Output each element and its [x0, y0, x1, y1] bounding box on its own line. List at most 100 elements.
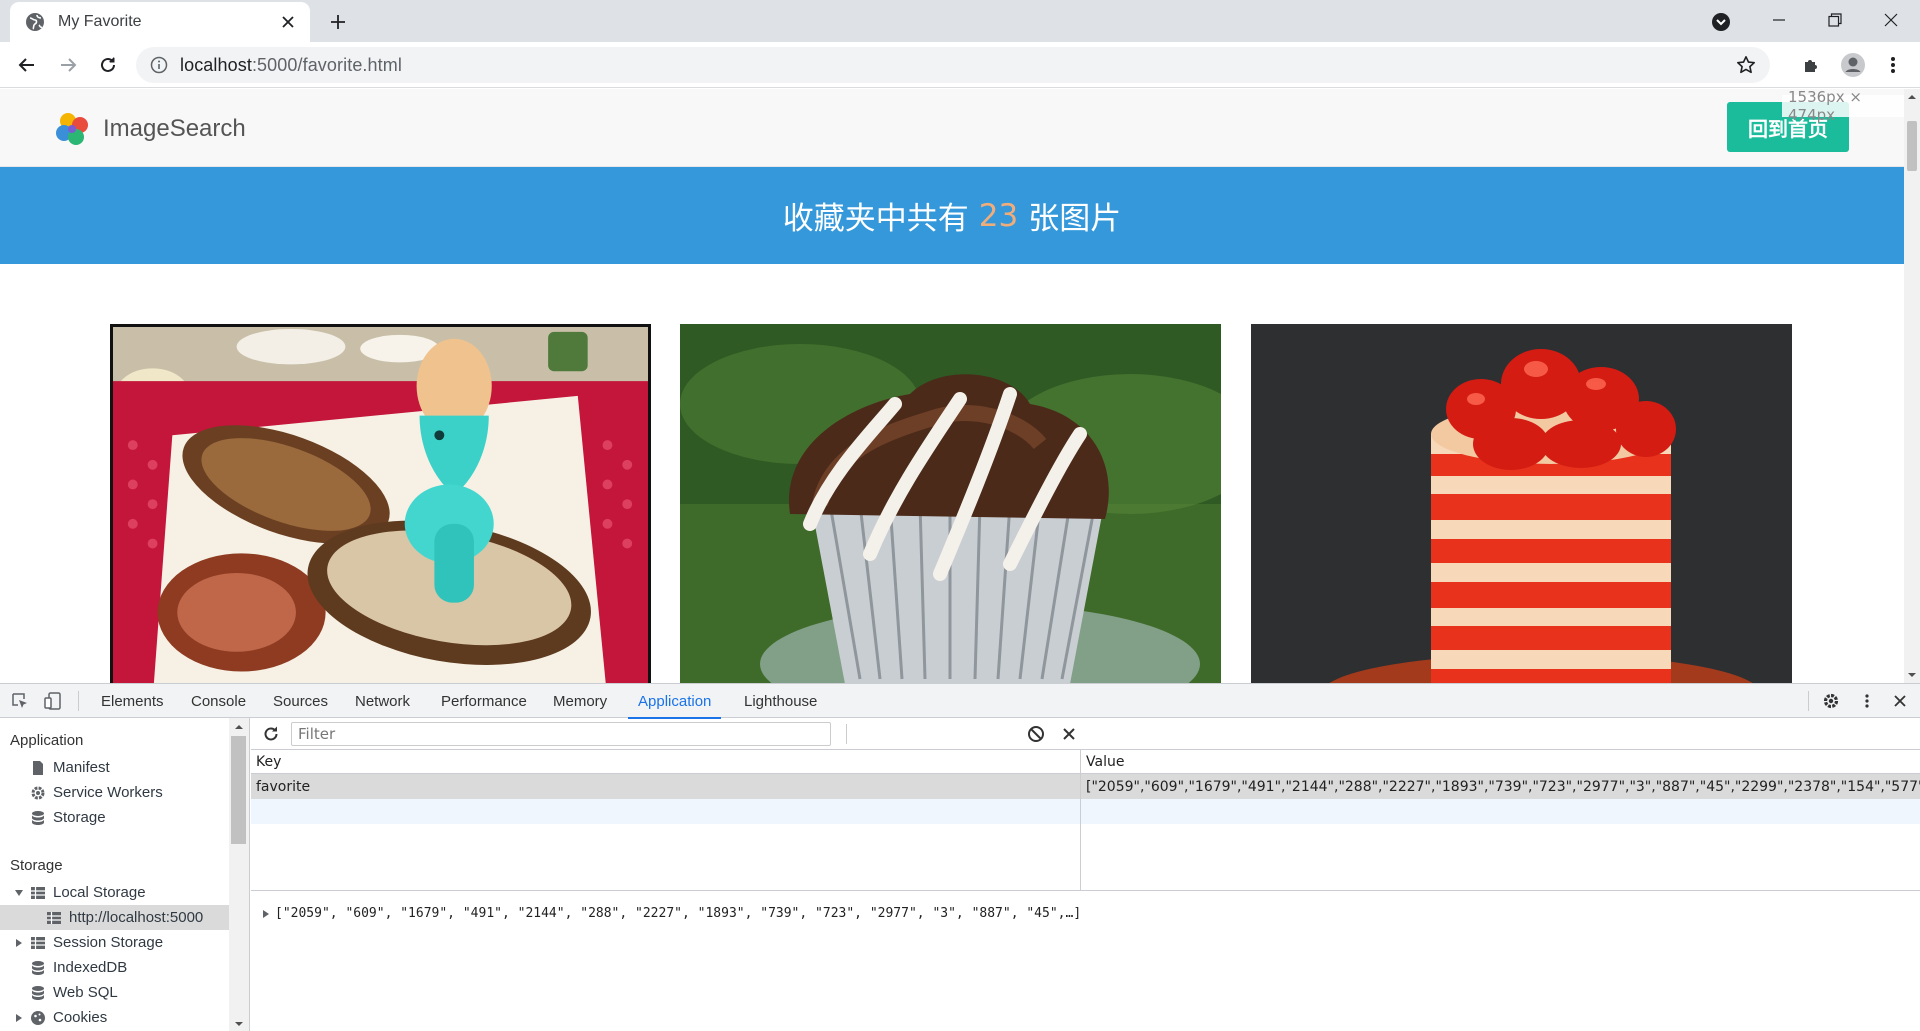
back-arrow-icon[interactable] [11, 49, 43, 81]
toolbar-divider [846, 724, 847, 744]
filter-input[interactable] [291, 722, 831, 746]
devtools-close-icon[interactable] [1890, 691, 1910, 711]
clear-all-blocked-icon[interactable] [1026, 724, 1046, 744]
collapsed-triangle-icon[interactable] [14, 1013, 24, 1023]
table-row-empty[interactable] [251, 799, 1920, 824]
breakfast-toast-egg-photo[interactable] [110, 324, 651, 683]
tab-network[interactable]: Network [355, 684, 410, 718]
document-icon [30, 760, 46, 776]
scroll-up-arrow-icon[interactable] [1904, 89, 1920, 105]
sidebar-item-manifest[interactable]: Manifest [30, 755, 229, 780]
sidebar-item-cookies[interactable]: Cookies [14, 1005, 229, 1030]
sidebar-scrollbar-thumb[interactable] [231, 736, 246, 844]
grid-table-icon [30, 935, 46, 951]
sidebar-item-label: Storage [53, 809, 106, 826]
sidebar-item-label: Web SQL [53, 984, 118, 1001]
chocolate-cupcake-photo[interactable] [680, 324, 1221, 683]
scroll-down-arrow-icon[interactable] [229, 1017, 249, 1031]
tab-console[interactable]: Console [191, 684, 246, 718]
window-close-icon[interactable] [1868, 4, 1914, 36]
application-sidebar: Application Manifest Service Workers Sto… [0, 718, 250, 1031]
column-divider[interactable] [1080, 750, 1081, 890]
device-toolbar-icon[interactable] [43, 691, 63, 711]
sidebar-item-service-workers[interactable]: Service Workers [30, 780, 229, 805]
sidebar-item-localhost-origin[interactable]: http://localhost:5000 [0, 905, 229, 930]
tab-sources[interactable]: Sources [273, 684, 328, 718]
sidebar-item-storage[interactable]: Storage [30, 805, 229, 830]
database-icon [30, 960, 46, 976]
address-bar[interactable]: localhost:5000/favorite.html [136, 47, 1770, 83]
page-viewport: ImageSearch 回到首页 1536px × 474px 收藏夹中共有 2… [0, 89, 1904, 683]
devtools-menu-icon[interactable] [1857, 691, 1877, 711]
local-storage-table: Key Value favorite ["2059","609","1679",… [251, 750, 1920, 891]
sidebar-item-label: Cookies [53, 1009, 108, 1026]
site-info-icon[interactable] [150, 56, 168, 74]
expanded-triangle-icon[interactable] [14, 888, 24, 898]
value-cell: ["2059","609","1679","491","2144","288",… [1086, 778, 1920, 795]
forward-arrow-icon[interactable] [52, 49, 84, 81]
collapsed-triangle-icon[interactable] [14, 938, 24, 948]
reload-icon[interactable] [92, 49, 124, 81]
extensions-puzzle-icon[interactable] [1797, 50, 1827, 80]
profile-avatar-icon[interactable] [1838, 50, 1868, 80]
toolbar-divider [78, 691, 79, 711]
column-header-key[interactable]: Key [251, 750, 1080, 774]
value-preview[interactable]: ["2059", "609", "1679", "491", "2144", "… [261, 906, 1081, 921]
tab-search-icon[interactable] [1706, 7, 1736, 37]
value-preview-text: ["2059", "609", "1679", "491", "2144", "… [275, 906, 1082, 921]
favorite-count: 23 [978, 197, 1019, 234]
strawberry-layer-cake-photo[interactable] [1251, 324, 1792, 683]
kebab-menu-icon[interactable] [1878, 50, 1908, 80]
tab-application[interactable]: Application [627, 684, 722, 719]
favorites-banner: 收藏夹中共有 23 张图片 [0, 167, 1904, 264]
sidebar-item-label: Session Storage [53, 934, 164, 951]
tab-performance[interactable]: Performance [441, 684, 527, 718]
sidebar-header-storage: Storage [10, 857, 63, 874]
tab-title: My Favorite [58, 13, 142, 30]
tab-close-icon[interactable] [278, 12, 298, 32]
globe-icon [24, 11, 46, 33]
collapsed-triangle-icon[interactable] [261, 909, 271, 919]
delete-selected-x-icon[interactable] [1059, 724, 1079, 744]
url-text: localhost:5000/favorite.html [180, 55, 402, 76]
sidebar-item-web-sql[interactable]: Web SQL [30, 980, 229, 1005]
gear-icon [30, 785, 46, 801]
sidebar-item-indexeddb[interactable]: IndexedDB [30, 955, 229, 980]
sidebar-item-label: Manifest [53, 759, 110, 776]
imagesearch-logo-icon[interactable] [54, 111, 90, 147]
sidebar-item-label: http://localhost:5000 [69, 909, 204, 926]
minimize-icon[interactable] [1756, 4, 1802, 36]
scroll-down-arrow-icon[interactable] [1904, 667, 1920, 683]
refresh-icon[interactable] [261, 724, 281, 744]
banner-suffix: 张图片 [1028, 201, 1122, 237]
tab-strip: My Favorite [0, 0, 1920, 42]
sidebar-item-label: Local Storage [53, 884, 146, 901]
restore-icon[interactable] [1812, 4, 1858, 36]
storage-viewer: Key Value favorite ["2059","609","1679",… [251, 718, 1920, 1031]
column-header-value[interactable]: Value [1081, 750, 1920, 774]
tab-lighthouse[interactable]: Lighthouse [744, 684, 817, 718]
sidebar-scrollbar[interactable] [229, 718, 249, 1031]
toolbar-divider [1808, 691, 1809, 711]
page-scrollbar[interactable] [1904, 89, 1920, 683]
bookmark-star-icon[interactable] [1736, 55, 1756, 75]
table-row[interactable]: favorite ["2059","609","1679","491","214… [251, 774, 1920, 799]
page-scrollbar-thumb[interactable] [1907, 121, 1917, 171]
tab-elements[interactable]: Elements [101, 684, 164, 718]
url-host: localhost [180, 54, 252, 75]
sidebar-header-application: Application [10, 732, 84, 749]
key-cell: favorite [256, 778, 311, 795]
brand-name[interactable]: ImageSearch [103, 115, 246, 143]
browser-tab[interactable]: My Favorite [10, 2, 310, 42]
inspect-element-icon[interactable] [10, 691, 30, 711]
banner-prefix: 收藏夹中共有 [782, 201, 969, 237]
scroll-up-arrow-icon[interactable] [229, 720, 249, 734]
browser-toolbar: localhost:5000/favorite.html [0, 42, 1920, 88]
tab-memory[interactable]: Memory [553, 684, 607, 718]
cookie-icon [30, 1010, 46, 1026]
sidebar-item-session-storage[interactable]: Session Storage [14, 930, 229, 955]
settings-gear-icon[interactable] [1821, 691, 1841, 711]
devtools-panel: Elements Console Sources Network Perform… [0, 683, 1920, 1031]
sidebar-item-local-storage[interactable]: Local Storage [14, 880, 229, 905]
new-tab-plus-icon[interactable] [325, 9, 351, 35]
